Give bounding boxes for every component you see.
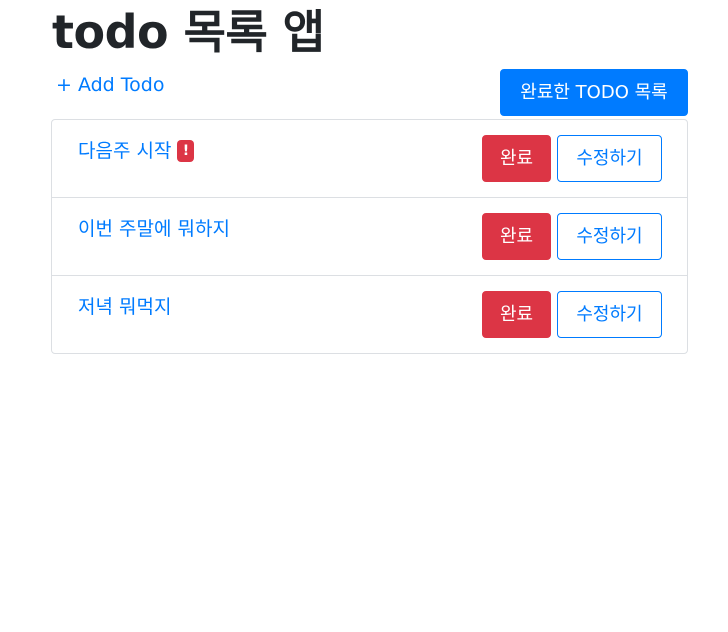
edit-button[interactable]: 수정하기: [557, 213, 662, 260]
todo-list: 다음주 시작! 완료 수정하기 이번 주말에 뭐하지 완료 수정하기 저녁 뭐먹…: [51, 119, 688, 354]
complete-button[interactable]: 완료: [482, 135, 551, 182]
todo-item-title[interactable]: 다음주 시작!: [78, 138, 195, 164]
todo-item: 다음주 시작! 완료 수정하기: [52, 120, 687, 198]
edit-button[interactable]: 수정하기: [557, 291, 662, 338]
todo-item-title[interactable]: 이번 주말에 뭐하지: [78, 216, 230, 242]
todo-app: todo 목록 앱 + Add Todo 완료한 TODO 목록 다음주 시작!…: [0, 0, 728, 632]
complete-button[interactable]: 완료: [482, 291, 551, 338]
todo-item: 저녁 뭐먹지 완료 수정하기: [52, 276, 687, 354]
todo-item-title[interactable]: 저녁 뭐먹지: [78, 294, 171, 320]
warning-badge-icon: !: [177, 140, 195, 162]
complete-button[interactable]: 완료: [482, 213, 551, 260]
todo-item-label: 다음주 시작: [78, 140, 172, 162]
page-title: todo 목록 앱: [52, 5, 325, 59]
edit-button[interactable]: 수정하기: [557, 135, 662, 182]
todo-item: 이번 주말에 뭐하지 완료 수정하기: [52, 198, 687, 276]
add-todo-link[interactable]: + Add Todo: [56, 73, 164, 97]
completed-todo-list-button[interactable]: 완료한 TODO 목록: [500, 69, 688, 116]
